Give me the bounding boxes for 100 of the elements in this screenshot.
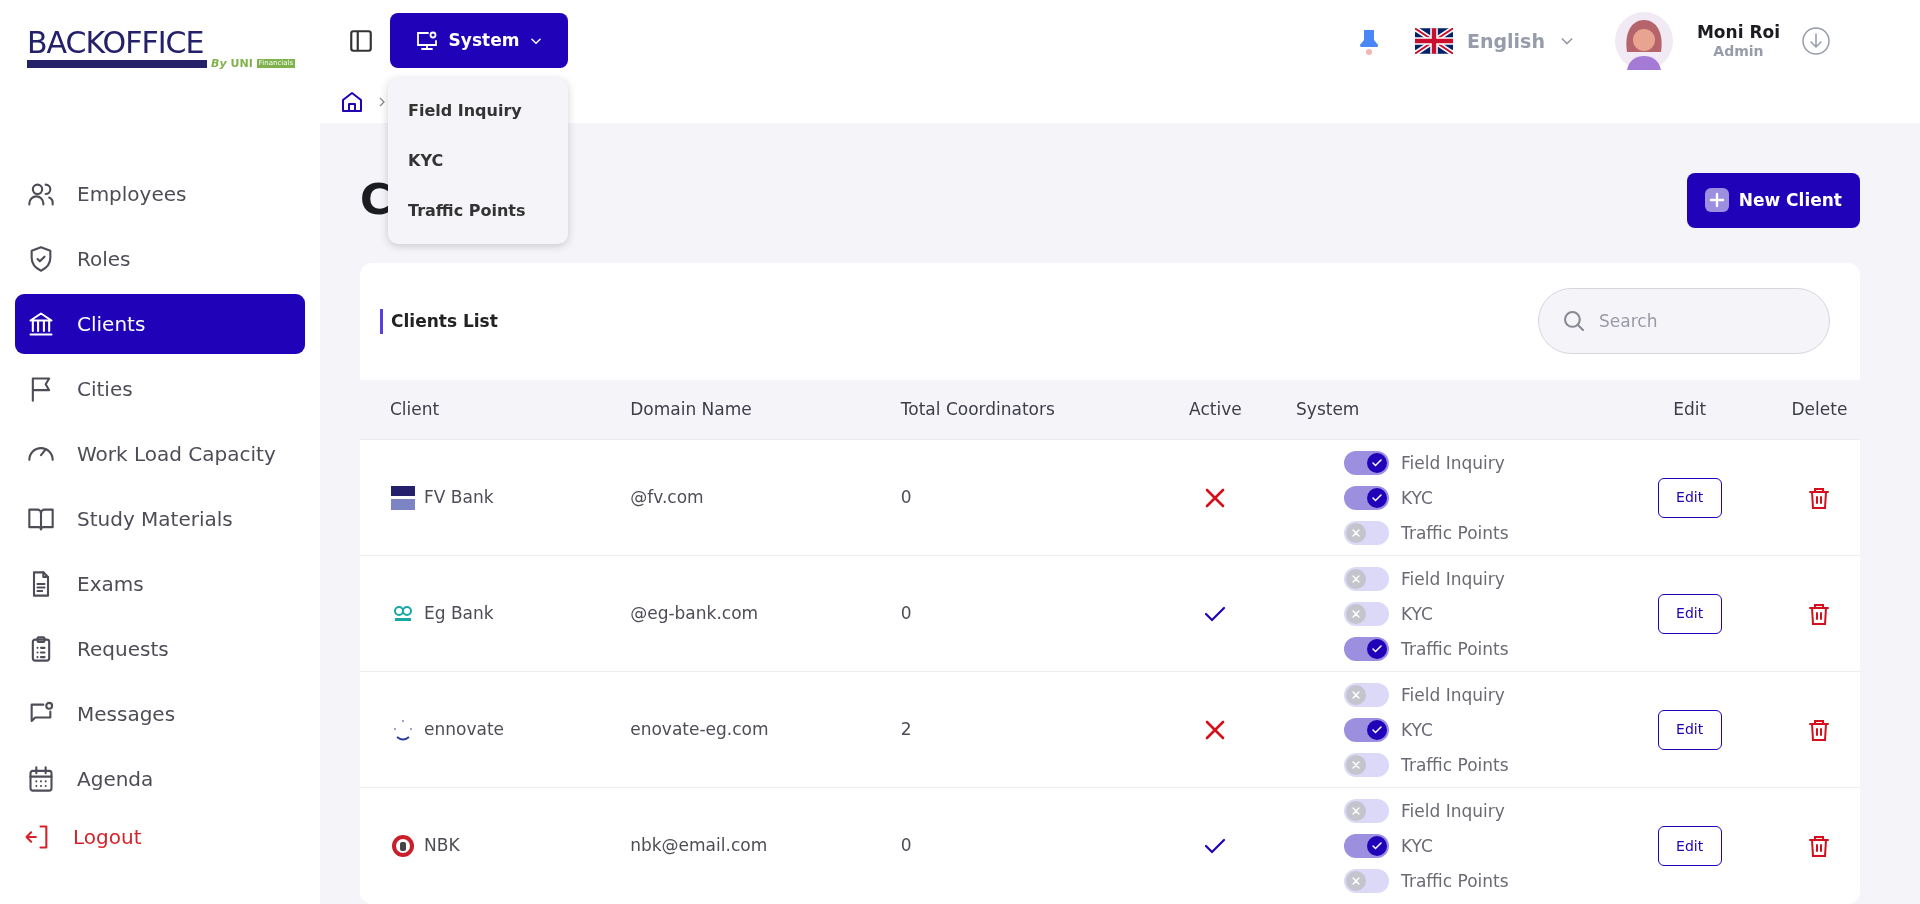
toggle-switch[interactable] (1344, 834, 1390, 859)
column-header: Total Coordinators (870, 380, 1165, 440)
avatar-icon[interactable] (1614, 11, 1673, 70)
bank-icon (27, 310, 55, 338)
sidebar-item[interactable]: Exams (15, 554, 305, 614)
toggle-label: Traffic Points (1401, 870, 1509, 894)
calendar-icon (27, 765, 55, 793)
sidebar-item[interactable]: Clients (15, 294, 305, 354)
sidebar-item[interactable]: Roles (15, 229, 305, 289)
client-name: NBK (424, 834, 460, 858)
toggle-switch[interactable] (1344, 486, 1390, 510)
cross-icon (1351, 876, 1362, 887)
toggle-label: Field Inquiry (1401, 800, 1505, 824)
cross-icon (1351, 528, 1362, 538)
toggle-switch[interactable] (1344, 683, 1390, 707)
edit-button[interactable]: Edit (1657, 710, 1722, 750)
toggle-label: Field Inquiry (1401, 684, 1505, 707)
system-button[interactable]: System (390, 13, 568, 69)
plus-icon (1704, 188, 1729, 213)
user-name: Moni Roi (1696, 23, 1780, 43)
download-icon[interactable] (1802, 26, 1830, 55)
card-title: Clients List (380, 308, 498, 335)
check-icon (1371, 840, 1384, 853)
toggle-switch[interactable] (1344, 567, 1390, 591)
toggle-switch[interactable] (1344, 451, 1390, 475)
client-name: ennovate (424, 718, 504, 742)
table-cell: enovate-eg.com (600, 672, 871, 788)
toggle-switch[interactable] (1344, 602, 1390, 626)
sidebar-item[interactable]: Work Load Capacity (15, 424, 305, 484)
cross-icon (1351, 690, 1362, 700)
cross-icon (1351, 806, 1362, 817)
client-name: Eg Bank (424, 602, 494, 626)
column-header: Active (1164, 380, 1267, 440)
column-header: Delete (1778, 380, 1860, 440)
user-role: Admin (1713, 42, 1764, 59)
cross-icon (1351, 760, 1362, 770)
dropdown-item[interactable]: Traffic Points (388, 186, 568, 236)
home-icon[interactable] (340, 90, 364, 115)
toggle-switch[interactable] (1344, 869, 1390, 894)
trash-icon[interactable] (1807, 486, 1832, 510)
dropdown-item[interactable]: Field Inquiry (388, 86, 568, 136)
table-cell: @eg-bank.com (600, 556, 871, 672)
edit-button[interactable]: Edit (1657, 826, 1722, 867)
dropdown-item[interactable]: KYC (388, 136, 568, 186)
sidebar-item[interactable]: Agenda (15, 749, 305, 809)
toggle-switch[interactable] (1344, 637, 1390, 661)
table-cell: @fv.com (600, 440, 871, 556)
toggle-label: Field Inquiry (1401, 452, 1505, 475)
page-title: C (360, 175, 391, 226)
toggle-label: KYC (1401, 835, 1433, 859)
toggle-switch[interactable] (1344, 521, 1390, 545)
edit-button[interactable]: Edit (1657, 594, 1722, 634)
column-header: Edit (1600, 380, 1779, 440)
check-icon (1371, 492, 1384, 504)
sidebar-item[interactable]: Logout (15, 814, 305, 860)
cross-icon (1351, 574, 1362, 584)
table-cell: 0 (870, 788, 1165, 904)
toggle-label: KYC (1401, 719, 1433, 742)
sidebar-item[interactable]: Messages (15, 684, 305, 744)
uk-flag-icon (1415, 27, 1453, 54)
sidebar-item[interactable]: Study Materials (15, 489, 305, 549)
check-icon (1371, 724, 1384, 736)
toggle-label: Traffic Points (1401, 638, 1509, 661)
toggle-label: KYC (1401, 603, 1433, 626)
toggle-switch[interactable] (1344, 718, 1390, 742)
check-icon (1371, 643, 1384, 655)
toggle-switch[interactable] (1344, 753, 1390, 777)
search-field[interactable]: Search (1538, 288, 1830, 355)
language-label: English (1467, 28, 1545, 54)
trash-icon[interactable] (1807, 718, 1832, 742)
client-name: FV Bank (424, 486, 494, 510)
sidebar-item[interactable]: Requests (15, 619, 305, 679)
table-cell: 0 (870, 440, 1165, 556)
table-cell: nbk@email.com (600, 788, 871, 904)
toggle-label: KYC (1401, 487, 1433, 510)
check-icon (1371, 457, 1384, 469)
edit-button[interactable]: Edit (1657, 478, 1722, 518)
sidebar-item[interactable]: Employees (15, 164, 305, 224)
table-cell: 0 (870, 556, 1165, 672)
trash-icon[interactable] (1807, 602, 1832, 626)
column-header: Client (360, 380, 601, 440)
logo-title: BACKOFFICE (27, 28, 204, 58)
sidebar-toggle-icon[interactable] (348, 27, 374, 54)
logo-text: UNI (230, 58, 253, 69)
toggle-label: Traffic Points (1401, 754, 1509, 777)
column-header: System (1266, 380, 1601, 440)
logo-text: By (211, 58, 227, 69)
table-cell: 2 (870, 672, 1165, 788)
client-logo-icon (390, 833, 416, 860)
toggle-switch[interactable] (1344, 799, 1390, 824)
trash-icon[interactable] (1807, 834, 1832, 859)
column-header: Domain Name (600, 380, 871, 440)
sidebar-item[interactable]: Cities (15, 359, 305, 419)
client-logo-icon (390, 485, 416, 511)
toggle-label: Field Inquiry (1401, 568, 1505, 591)
toggle-label: Traffic Points (1401, 522, 1509, 545)
search-icon (1564, 311, 1584, 332)
new-client-button[interactable]: New Client (1686, 173, 1860, 228)
gauge-icon (27, 446, 55, 462)
cross-icon (1351, 609, 1362, 619)
